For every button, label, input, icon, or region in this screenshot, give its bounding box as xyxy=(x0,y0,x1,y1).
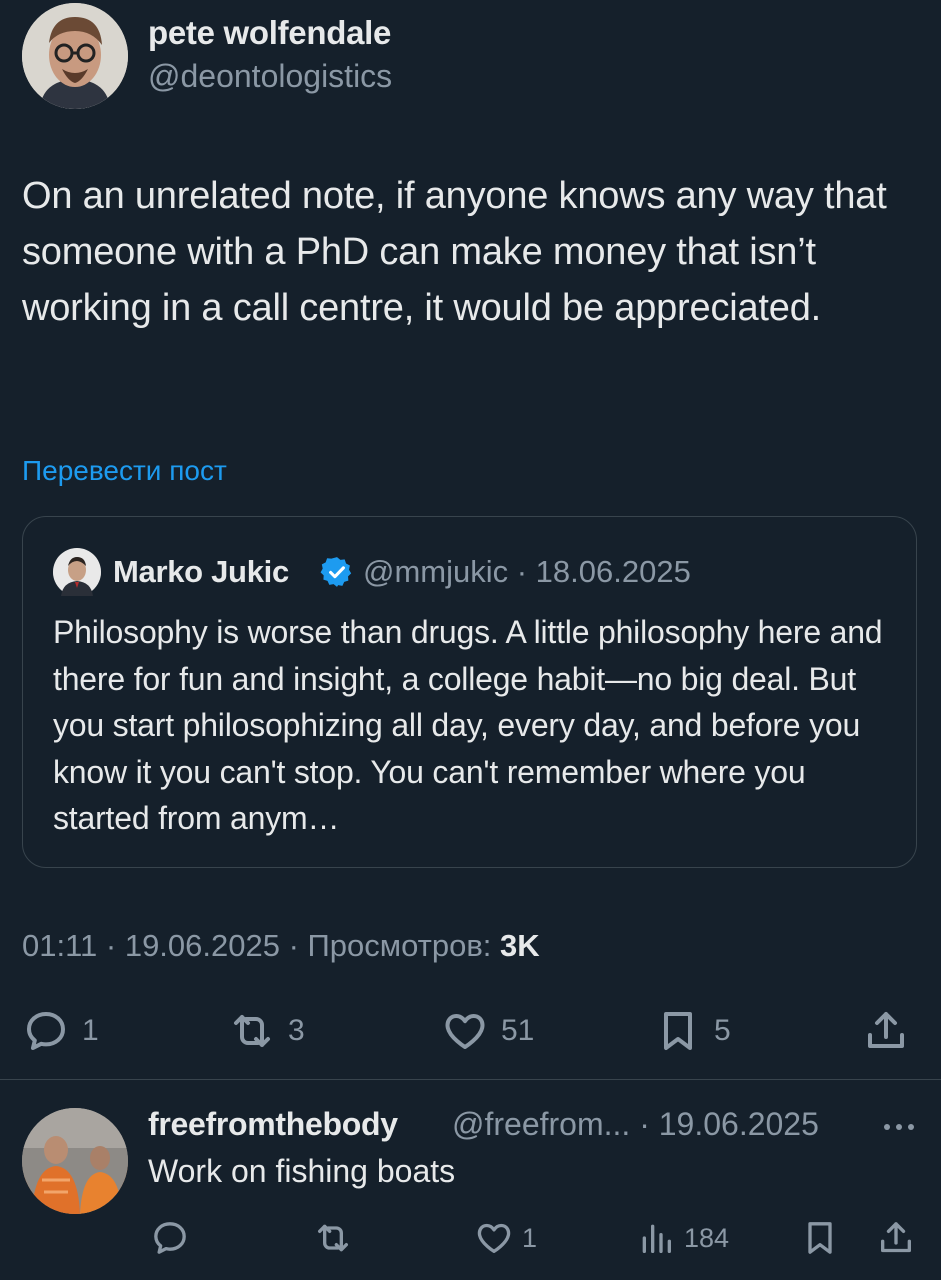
reply-handle-date[interactable]: @freefrom... · 19.06.2025 xyxy=(452,1106,819,1143)
share-icon xyxy=(868,1012,904,1048)
repost-icon xyxy=(234,1015,270,1047)
tweet-timestamp[interactable]: 01:11 · 19.06.2025 · Просмотров: 3K xyxy=(22,928,540,964)
bookmark-button[interactable]: 5 xyxy=(654,1004,731,1058)
reply-reply-button[interactable] xyxy=(150,1216,190,1260)
reply-bookmark-button[interactable] xyxy=(800,1216,840,1260)
author-handle[interactable]: @deontologistics xyxy=(148,58,392,95)
reply-repost-button[interactable] xyxy=(313,1216,353,1260)
share-button[interactable] xyxy=(862,1004,910,1058)
bookmark-count: 5 xyxy=(714,1014,731,1047)
quote-text: Philosophy is worse than drugs. A little… xyxy=(53,614,883,836)
divider xyxy=(0,1079,941,1080)
reply-count: 1 xyxy=(82,1014,99,1047)
heart-icon xyxy=(477,1223,511,1253)
reply-text: Work on fishing boats xyxy=(148,1153,456,1189)
verified-badge-icon xyxy=(320,557,352,587)
reply-views-button[interactable]: 184 xyxy=(636,1216,729,1260)
author-name[interactable]: pete wolfendale xyxy=(148,14,391,52)
repost-button[interactable]: 3 xyxy=(228,1004,305,1058)
reply-avatar-image xyxy=(22,1108,128,1214)
reply-author-name[interactable]: freefromthebody xyxy=(148,1106,398,1143)
reply-views-count: 184 xyxy=(684,1222,730,1253)
like-count: 51 xyxy=(501,1014,535,1047)
repost-count: 3 xyxy=(288,1014,305,1047)
tweet-detail-page: pete wolfendale @deontologistics On an u… xyxy=(0,0,941,1280)
reply-author-avatar[interactable] xyxy=(22,1108,128,1214)
like-button[interactable]: 51 xyxy=(441,1004,534,1058)
views-count: 3K xyxy=(500,928,540,963)
bookmark-icon xyxy=(664,1012,692,1050)
share-icon xyxy=(881,1222,911,1253)
reply-like-count: 1 xyxy=(522,1222,538,1253)
quote-author-avatar[interactable] xyxy=(53,548,101,596)
reply-icon xyxy=(154,1222,186,1254)
tweet-text: On an unrelated note, if anyone knows an… xyxy=(22,175,887,329)
bookmark-icon xyxy=(808,1222,832,1254)
reply-icon xyxy=(27,1012,65,1050)
author-avatar[interactable] xyxy=(22,3,128,109)
reply-share-button[interactable] xyxy=(876,1216,916,1260)
timestamp-text: 01:11 · 19.06.2025 · Просмотров: xyxy=(22,928,501,963)
repost-icon xyxy=(318,1224,348,1252)
analytics-icon xyxy=(642,1224,671,1253)
reply-like-button[interactable]: 1 xyxy=(474,1216,537,1260)
more-options-icon[interactable] xyxy=(879,1112,919,1142)
translate-post-link[interactable]: Перевести пост xyxy=(22,455,227,487)
quoted-tweet-card[interactable]: Marko Jukic @mmjukic · 18.06.2025 Philos… xyxy=(22,516,917,868)
quote-author-name[interactable]: Marko Jukic xyxy=(113,554,289,590)
reply-button[interactable]: 1 xyxy=(22,1004,99,1058)
author-avatar-image xyxy=(22,3,128,109)
heart-icon xyxy=(445,1014,485,1049)
quote-avatar-image xyxy=(53,548,101,596)
quote-handle-date[interactable]: @mmjukic · 18.06.2025 xyxy=(363,554,691,590)
